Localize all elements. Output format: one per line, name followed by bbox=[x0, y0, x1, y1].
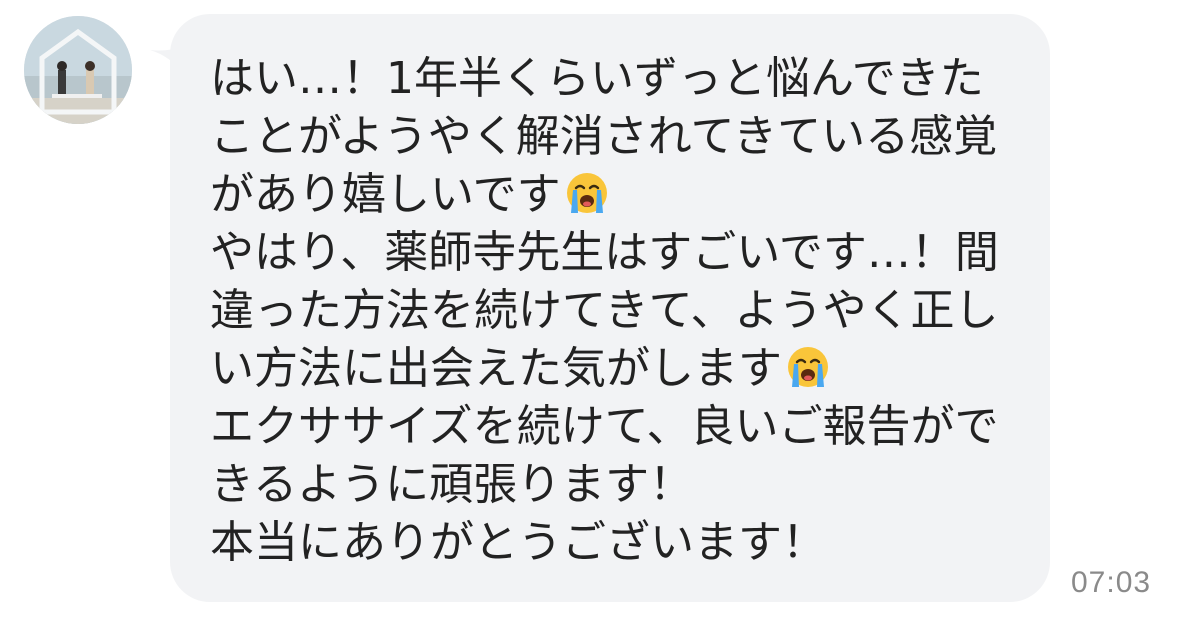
sender-avatar[interactable] bbox=[24, 16, 132, 124]
loudly-crying-face-icon bbox=[566, 173, 607, 213]
message-line: きるように頑張ります！ bbox=[210, 459, 694, 510]
message-line-text: があり嬉しいです bbox=[210, 169, 561, 220]
message-line: やはり、薬師寺先生はすごいです…！間 bbox=[210, 227, 999, 278]
message-bubble[interactable]: はい…！1年半くらいずっと悩んできた ことがようやく解消されてきている感覚 があ… bbox=[170, 14, 1050, 602]
message-text: はい…！1年半くらいずっと悩んできた ことがようやく解消されてきている感覚 があ… bbox=[210, 50, 1030, 572]
avatar-photo bbox=[24, 16, 132, 124]
message-line: があり嬉しいです bbox=[210, 166, 1030, 224]
message-line: い方法に出会えた気がします bbox=[210, 340, 1030, 398]
message-line: 本当にありがとうございます！ bbox=[210, 517, 826, 568]
loudly-crying-face-icon bbox=[788, 347, 828, 387]
message-line-text: い方法に出会えた気がします bbox=[210, 343, 782, 394]
message-line: ことがようやく解消されてきている感覚 bbox=[210, 111, 998, 162]
message-line: 違った方法を続けてきて、ようやく正し bbox=[210, 285, 999, 336]
message-timestamp: 07:03 bbox=[1071, 566, 1152, 599]
message-line: エクササイズを続けて、良いご報告がで bbox=[210, 401, 999, 452]
message-line: はい…！1年半くらいずっと悩んできた bbox=[210, 53, 984, 104]
